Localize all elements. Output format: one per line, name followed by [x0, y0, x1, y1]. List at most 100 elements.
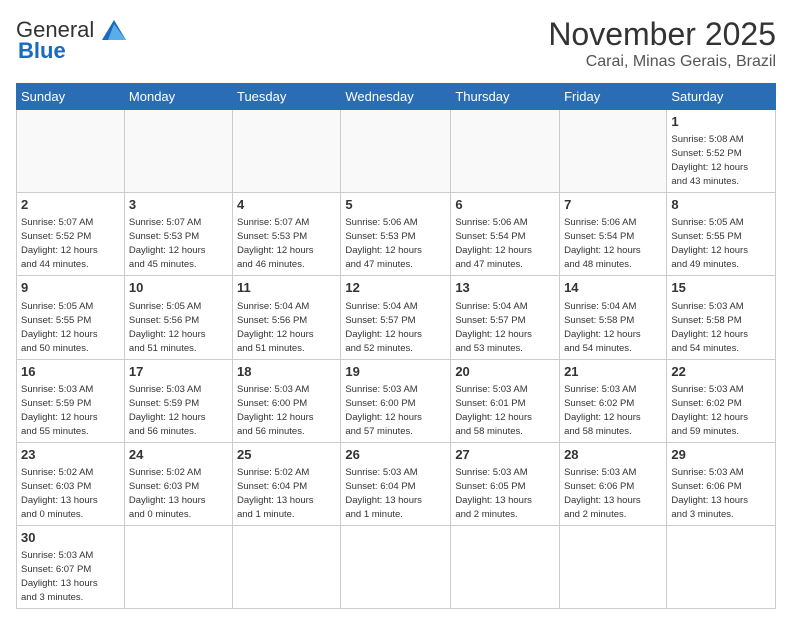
- calendar-cell: 3 Sunrise: 5:07 AM Sunset: 5:53 PM Daylig…: [124, 193, 232, 276]
- day-number: 29: [671, 446, 771, 464]
- calendar-cell: 29 Sunrise: 5:03 AM Sunset: 6:06 PM Dayli…: [667, 442, 776, 525]
- calendar-cell: 1 Sunrise: 5:08 AM Sunset: 5:52 PM Daylig…: [667, 110, 776, 193]
- day-number: 2: [21, 196, 120, 214]
- day-number: 20: [455, 363, 555, 381]
- day-number: 13: [455, 279, 555, 297]
- calendar-week-row: 2 Sunrise: 5:07 AM Sunset: 5:52 PM Daylig…: [17, 193, 776, 276]
- day-number: 11: [237, 279, 336, 297]
- day-info: Sunrise: 5:03 AM Sunset: 6:04 PM Dayligh…: [345, 467, 422, 520]
- calendar-week-row: 1 Sunrise: 5:08 AM Sunset: 5:52 PM Daylig…: [17, 110, 776, 193]
- day-info: Sunrise: 5:07 AM Sunset: 5:52 PM Dayligh…: [21, 217, 98, 270]
- calendar-cell: [124, 525, 232, 608]
- day-header-monday: Monday: [124, 84, 232, 110]
- calendar-cell: 28 Sunrise: 5:03 AM Sunset: 6:06 PM Dayli…: [560, 442, 667, 525]
- calendar-cell: [451, 110, 560, 193]
- day-info: Sunrise: 5:04 AM Sunset: 5:57 PM Dayligh…: [345, 301, 422, 354]
- day-info: Sunrise: 5:05 AM Sunset: 5:55 PM Dayligh…: [21, 301, 98, 354]
- calendar-cell: 9 Sunrise: 5:05 AM Sunset: 5:55 PM Daylig…: [17, 276, 125, 359]
- calendar-cell: 24Sunrise: 5:02 AM Sunset: 6:03 PM Dayli…: [124, 442, 232, 525]
- day-info: Sunrise: 5:04 AM Sunset: 5:56 PM Dayligh…: [237, 301, 314, 354]
- day-number: 5: [345, 196, 446, 214]
- day-info: Sunrise: 5:03 AM Sunset: 6:02 PM Dayligh…: [564, 384, 641, 437]
- day-info: Sunrise: 5:06 AM Sunset: 5:53 PM Dayligh…: [345, 217, 422, 270]
- calendar-cell: [124, 110, 232, 193]
- day-info: Sunrise: 5:03 AM Sunset: 5:59 PM Dayligh…: [129, 384, 206, 437]
- calendar-cell: 22 Sunrise: 5:03 AM Sunset: 6:02 PM Dayli…: [667, 359, 776, 442]
- calendar-week-row: 9 Sunrise: 5:05 AM Sunset: 5:55 PM Daylig…: [17, 276, 776, 359]
- calendar-cell: 12 Sunrise: 5:04 AM Sunset: 5:57 PM Dayli…: [341, 276, 451, 359]
- day-number: 21: [564, 363, 662, 381]
- calendar-cell: [560, 110, 667, 193]
- day-info: Sunrise: 5:03 AM Sunset: 6:00 PM Dayligh…: [237, 384, 314, 437]
- day-info: Sunrise: 5:03 AM Sunset: 6:02 PM Dayligh…: [671, 384, 748, 437]
- calendar-cell: 7 Sunrise: 5:06 AM Sunset: 5:54 PM Daylig…: [560, 193, 667, 276]
- day-info: Sunrise: 5:03 AM Sunset: 6:01 PM Dayligh…: [455, 384, 532, 437]
- calendar-cell: 23 Sunrise: 5:02 AM Sunset: 6:03 PM Dayli…: [17, 442, 125, 525]
- calendar-cell: 18 Sunrise: 5:03 AM Sunset: 6:00 PM Dayli…: [232, 359, 340, 442]
- calendar-cell: 5 Sunrise: 5:06 AM Sunset: 5:53 PM Daylig…: [341, 193, 451, 276]
- calendar-cell: 21 Sunrise: 5:03 AM Sunset: 6:02 PM Dayli…: [560, 359, 667, 442]
- day-info: Sunrise: 5:02 AM Sunset: 6:04 PM Dayligh…: [237, 467, 314, 520]
- logo-blue-text: Blue: [18, 38, 66, 64]
- calendar-cell: [341, 110, 451, 193]
- day-header-saturday: Saturday: [667, 84, 776, 110]
- day-info: Sunrise: 5:07 AM Sunset: 5:53 PM Dayligh…: [237, 217, 314, 270]
- day-header-friday: Friday: [560, 84, 667, 110]
- day-number: 7: [564, 196, 662, 214]
- day-header-wednesday: Wednesday: [341, 84, 451, 110]
- calendar-header-row: SundayMondayTuesdayWednesdayThursdayFrid…: [17, 84, 776, 110]
- day-info: Sunrise: 5:03 AM Sunset: 5:58 PM Dayligh…: [671, 301, 748, 354]
- day-info: Sunrise: 5:06 AM Sunset: 5:54 PM Dayligh…: [564, 217, 641, 270]
- day-number: 23: [21, 446, 120, 464]
- day-header-tuesday: Tuesday: [232, 84, 340, 110]
- calendar-cell: 27Sunrise: 5:03 AM Sunset: 6:05 PM Dayli…: [451, 442, 560, 525]
- day-number: 22: [671, 363, 771, 381]
- day-info: Sunrise: 5:03 AM Sunset: 6:00 PM Dayligh…: [345, 384, 422, 437]
- day-number: 17: [129, 363, 228, 381]
- day-number: 27: [455, 446, 555, 464]
- day-number: 18: [237, 363, 336, 381]
- calendar-cell: 13Sunrise: 5:04 AM Sunset: 5:57 PM Dayli…: [451, 276, 560, 359]
- calendar-cell: 4 Sunrise: 5:07 AM Sunset: 5:53 PM Daylig…: [232, 193, 340, 276]
- calendar-week-row: 30 Sunrise: 5:03 AM Sunset: 6:07 PM Dayli…: [17, 525, 776, 608]
- day-info: Sunrise: 5:03 AM Sunset: 6:06 PM Dayligh…: [671, 467, 748, 520]
- day-header-thursday: Thursday: [451, 84, 560, 110]
- day-number: 6: [455, 196, 555, 214]
- day-info: Sunrise: 5:05 AM Sunset: 5:56 PM Dayligh…: [129, 301, 206, 354]
- location-title: Carai, Minas Gerais, Brazil: [548, 53, 776, 71]
- calendar-cell: 15 Sunrise: 5:03 AM Sunset: 5:58 PM Dayli…: [667, 276, 776, 359]
- calendar-cell: 19 Sunrise: 5:03 AM Sunset: 6:00 PM Dayli…: [341, 359, 451, 442]
- day-info: Sunrise: 5:02 AM Sunset: 6:03 PM Dayligh…: [21, 467, 98, 520]
- day-number: 28: [564, 446, 662, 464]
- day-number: 1: [671, 113, 771, 131]
- calendar-week-row: 16Sunrise: 5:03 AM Sunset: 5:59 PM Dayli…: [17, 359, 776, 442]
- day-info: Sunrise: 5:07 AM Sunset: 5:53 PM Dayligh…: [129, 217, 206, 270]
- day-info: Sunrise: 5:03 AM Sunset: 5:59 PM Dayligh…: [21, 384, 98, 437]
- day-number: 14: [564, 279, 662, 297]
- day-number: 19: [345, 363, 446, 381]
- day-number: 12: [345, 279, 446, 297]
- calendar-cell: [232, 525, 340, 608]
- day-header-sunday: Sunday: [17, 84, 125, 110]
- day-number: 3: [129, 196, 228, 214]
- day-number: 25: [237, 446, 336, 464]
- calendar-cell: [232, 110, 340, 193]
- day-info: Sunrise: 5:03 AM Sunset: 6:06 PM Dayligh…: [564, 467, 641, 520]
- calendar-cell: [17, 110, 125, 193]
- day-number: 4: [237, 196, 336, 214]
- calendar-cell: 17 Sunrise: 5:03 AM Sunset: 5:59 PM Dayli…: [124, 359, 232, 442]
- calendar-cell: 10Sunrise: 5:05 AM Sunset: 5:56 PM Dayli…: [124, 276, 232, 359]
- calendar-cell: 25 Sunrise: 5:02 AM Sunset: 6:04 PM Dayli…: [232, 442, 340, 525]
- title-area: November 2025 Carai, Minas Gerais, Brazi…: [548, 16, 776, 71]
- calendar-cell: 20 Sunrise: 5:03 AM Sunset: 6:01 PM Dayli…: [451, 359, 560, 442]
- day-info: Sunrise: 5:08 AM Sunset: 5:52 PM Dayligh…: [671, 134, 748, 187]
- day-number: 9: [21, 279, 120, 297]
- calendar-cell: [341, 525, 451, 608]
- day-number: 8: [671, 196, 771, 214]
- calendar-cell: 8 Sunrise: 5:05 AM Sunset: 5:55 PM Daylig…: [667, 193, 776, 276]
- day-number: 15: [671, 279, 771, 297]
- day-info: Sunrise: 5:03 AM Sunset: 6:07 PM Dayligh…: [21, 550, 98, 603]
- day-info: Sunrise: 5:05 AM Sunset: 5:55 PM Dayligh…: [671, 217, 748, 270]
- day-info: Sunrise: 5:04 AM Sunset: 5:58 PM Dayligh…: [564, 301, 641, 354]
- day-number: 30: [21, 529, 120, 547]
